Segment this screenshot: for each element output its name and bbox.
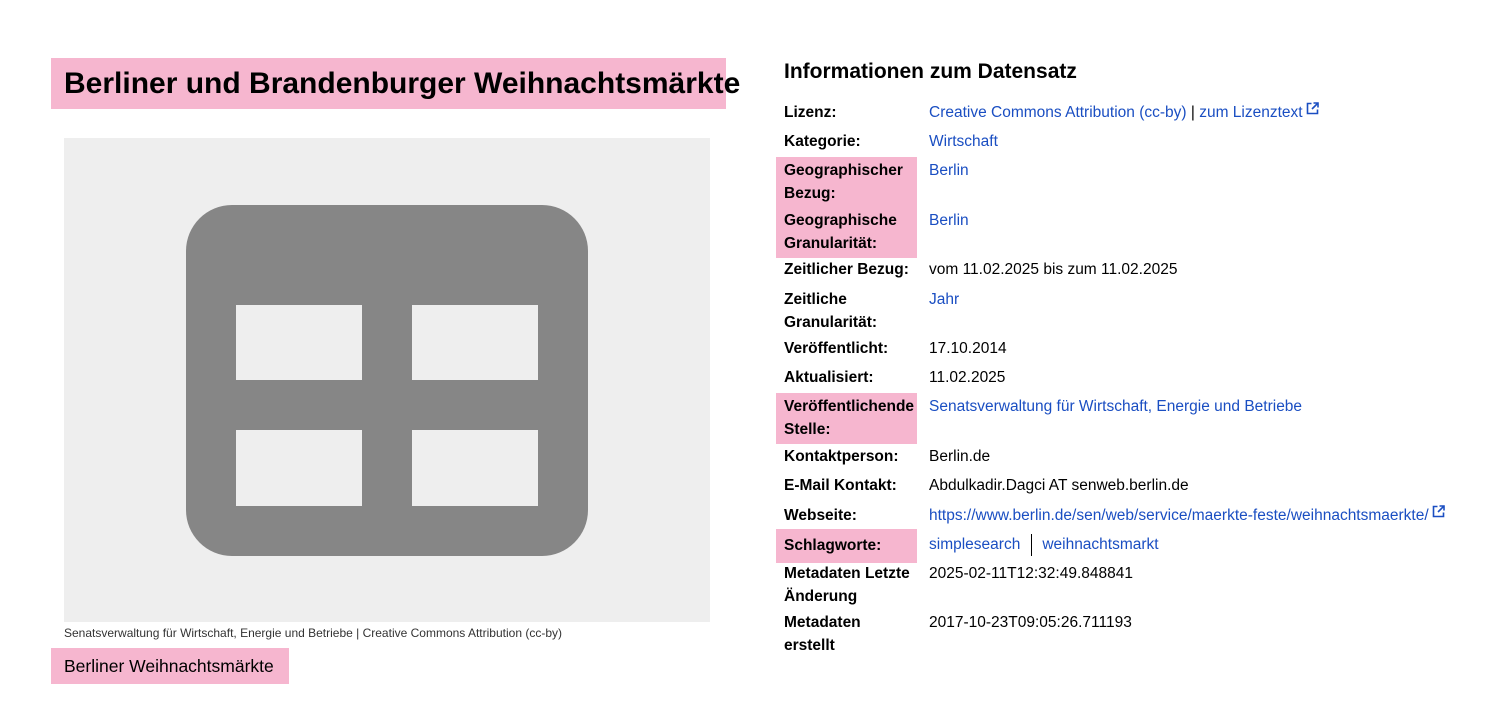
meta-changed-label-line1: Metadaten Letzte [784, 565, 910, 582]
website-label: Webseite: [784, 507, 857, 524]
external-link-icon [1306, 102, 1319, 115]
updated-value: 11.02.2025 [929, 369, 1006, 386]
contact-value: Berlin.de [929, 448, 991, 465]
meta-created-label: Metadaten erstellt [776, 611, 917, 657]
category-link[interactable]: Wirtschaft [929, 133, 998, 150]
timegran-label-line1: Zeitliche [784, 291, 847, 308]
timegran-link[interactable]: Jahr [929, 291, 959, 308]
published-value: 17.10.2014 [929, 340, 1007, 357]
contact-label: Kontaktperson: [784, 448, 899, 465]
website-link[interactable]: https://www.berlin.de/sen/web/service/ma… [929, 505, 1445, 524]
tag-simplesearch[interactable]: simplesearch [929, 536, 1020, 553]
license-link[interactable]: Creative Commons Attribution (cc-by) [929, 104, 1187, 121]
license-separator: | [1190, 104, 1195, 121]
meta-changed-label-line2: Änderung [784, 588, 858, 605]
image-caption: Senatsverwaltung für Wirtschaft, Energie… [64, 626, 562, 640]
timegran-label-line2: Granularität: [784, 314, 878, 331]
geo-label: Geographischer Bezug: [776, 157, 917, 208]
license-text-link[interactable]: zum Lizenztext [1199, 102, 1319, 121]
dataset-preview-image[interactable] [64, 138, 710, 622]
publisher-label: Veröffentlichende Stelle: [776, 393, 917, 444]
external-link-icon [1432, 505, 1445, 518]
geogran-link[interactable]: Berlin [929, 212, 969, 229]
geo-label-line1: Geographischer [784, 162, 903, 179]
table-grid-icon [186, 205, 588, 556]
geogran-label: Geographische Granularität: [776, 207, 917, 258]
geo-link[interactable]: Berlin [929, 162, 969, 179]
timegran-label: Zeitliche Granularität: [776, 288, 917, 334]
publisher-label-line2: Stelle: [784, 421, 831, 438]
geo-label-line2: Bezug: [784, 185, 836, 202]
meta-created-label-line2: erstellt [784, 637, 835, 654]
meta-created-label-line1: Metadaten [784, 614, 861, 631]
tags-label: Schlagworte: [776, 529, 917, 563]
publisher-link[interactable]: Senatsverwaltung für Wirtschaft, Energie… [929, 398, 1302, 415]
published-label: Veröffentlicht: [784, 340, 889, 357]
meta-changed-value: 2025-02-11T12:32:49.848841 [929, 565, 1133, 582]
info-heading: Informationen zum Datensatz [784, 60, 1077, 83]
meta-created-value: 2017-10-23T09:05:26.711193 [929, 614, 1132, 631]
dataset-title: Berliner und Brandenburger Weihnachtsmär… [51, 58, 740, 109]
publisher-label-line1: Veröffentlichende [784, 398, 915, 415]
tag-divider [1031, 533, 1033, 556]
email-value: Abdulkadir.Dagci AT senweb.berlin.de [929, 477, 1189, 494]
tag-weihnachtsmarkt[interactable]: weihnachtsmarkt [1042, 536, 1158, 553]
meta-changed-label: Metadaten Letzte Änderung [776, 562, 917, 608]
updated-label: Aktualisiert: [784, 369, 874, 386]
email-label: E-Mail Kontakt: [784, 477, 897, 494]
license-label: Lizenz: [784, 104, 837, 121]
website-url: https://www.berlin.de/sen/web/service/ma… [929, 507, 1429, 524]
category-label: Kategorie: [784, 133, 861, 150]
license-text-label: zum Lizenztext [1199, 104, 1303, 121]
time-value: vom 11.02.2025 bis zum 11.02.2025 [929, 261, 1178, 278]
time-label: Zeitlicher Bezug: [784, 261, 909, 278]
resource-label[interactable]: Berliner Weihnachtsmärkte [51, 648, 289, 684]
geogran-label-line2: Granularität: [784, 235, 878, 252]
geogran-label-line1: Geographische [784, 212, 897, 229]
